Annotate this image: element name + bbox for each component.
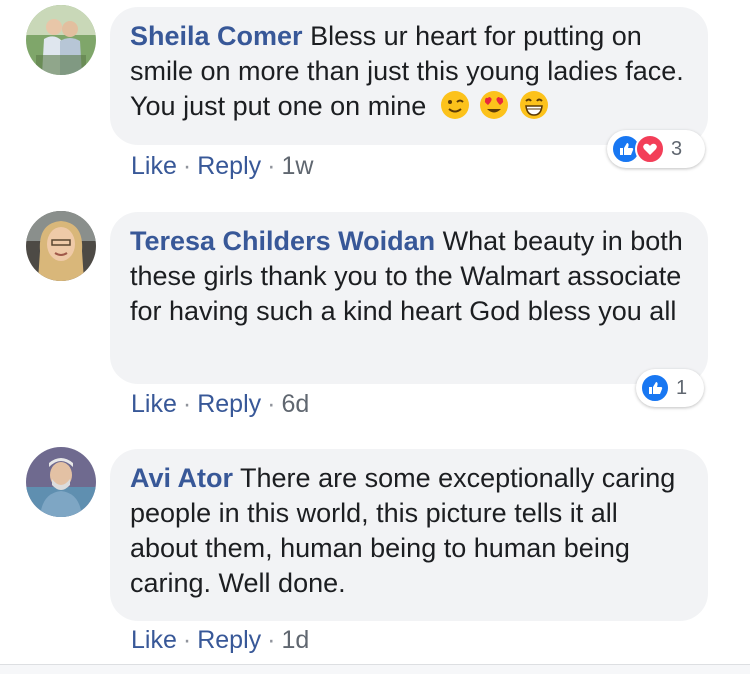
comment-actions: Like · Reply · 1w [131,152,313,181]
avatar-photo [26,211,96,281]
love-icon [635,134,665,164]
timestamp[interactable]: 1w [281,152,313,180]
comment-bubble: Sheila Comer Bless ur heart for putting … [110,7,708,145]
like-icon [640,373,670,403]
separator: · [267,626,276,654]
reply-link[interactable]: Reply [197,152,261,180]
separator: · [182,626,192,654]
timestamp[interactable]: 6d [281,390,309,418]
like-link[interactable]: Like [131,152,177,180]
comment-author[interactable]: Teresa Childers Woidan [130,226,435,256]
avatar[interactable] [26,5,96,75]
reaction-summary[interactable]: 1 [636,369,704,407]
comment-author[interactable]: Avi Ator [130,463,233,493]
like-link[interactable]: Like [131,626,177,654]
like-link[interactable]: Like [131,390,177,418]
reply-link[interactable]: Reply [197,390,261,418]
comment-bubble: Teresa Childers Woidan What beauty in bo… [110,212,708,384]
reaction-count: 1 [676,376,688,399]
reply-link[interactable]: Reply [197,626,261,654]
comment-actions: Like · Reply · 1d [131,626,309,655]
reaction-count: 3 [671,137,683,160]
separator: · [182,152,192,180]
separator: · [267,390,276,418]
avatar[interactable] [26,211,96,281]
comment-actions: Like · Reply · 6d [131,390,309,419]
separator: · [182,390,192,418]
reaction-summary[interactable]: 3 [607,130,705,168]
grin-emoji [519,91,548,120]
timestamp[interactable]: 1d [281,626,309,654]
avatar-photo [26,5,96,75]
heart-eyes-emoji [480,91,509,120]
wink-emoji [440,91,469,120]
emoji-group [440,90,551,125]
separator: · [267,152,276,180]
avatar[interactable] [26,447,96,517]
comment-author[interactable]: Sheila Comer [130,21,303,51]
comment-bubble: Avi Ator There are some exceptionally ca… [110,449,708,621]
avatar-photo [26,447,96,517]
